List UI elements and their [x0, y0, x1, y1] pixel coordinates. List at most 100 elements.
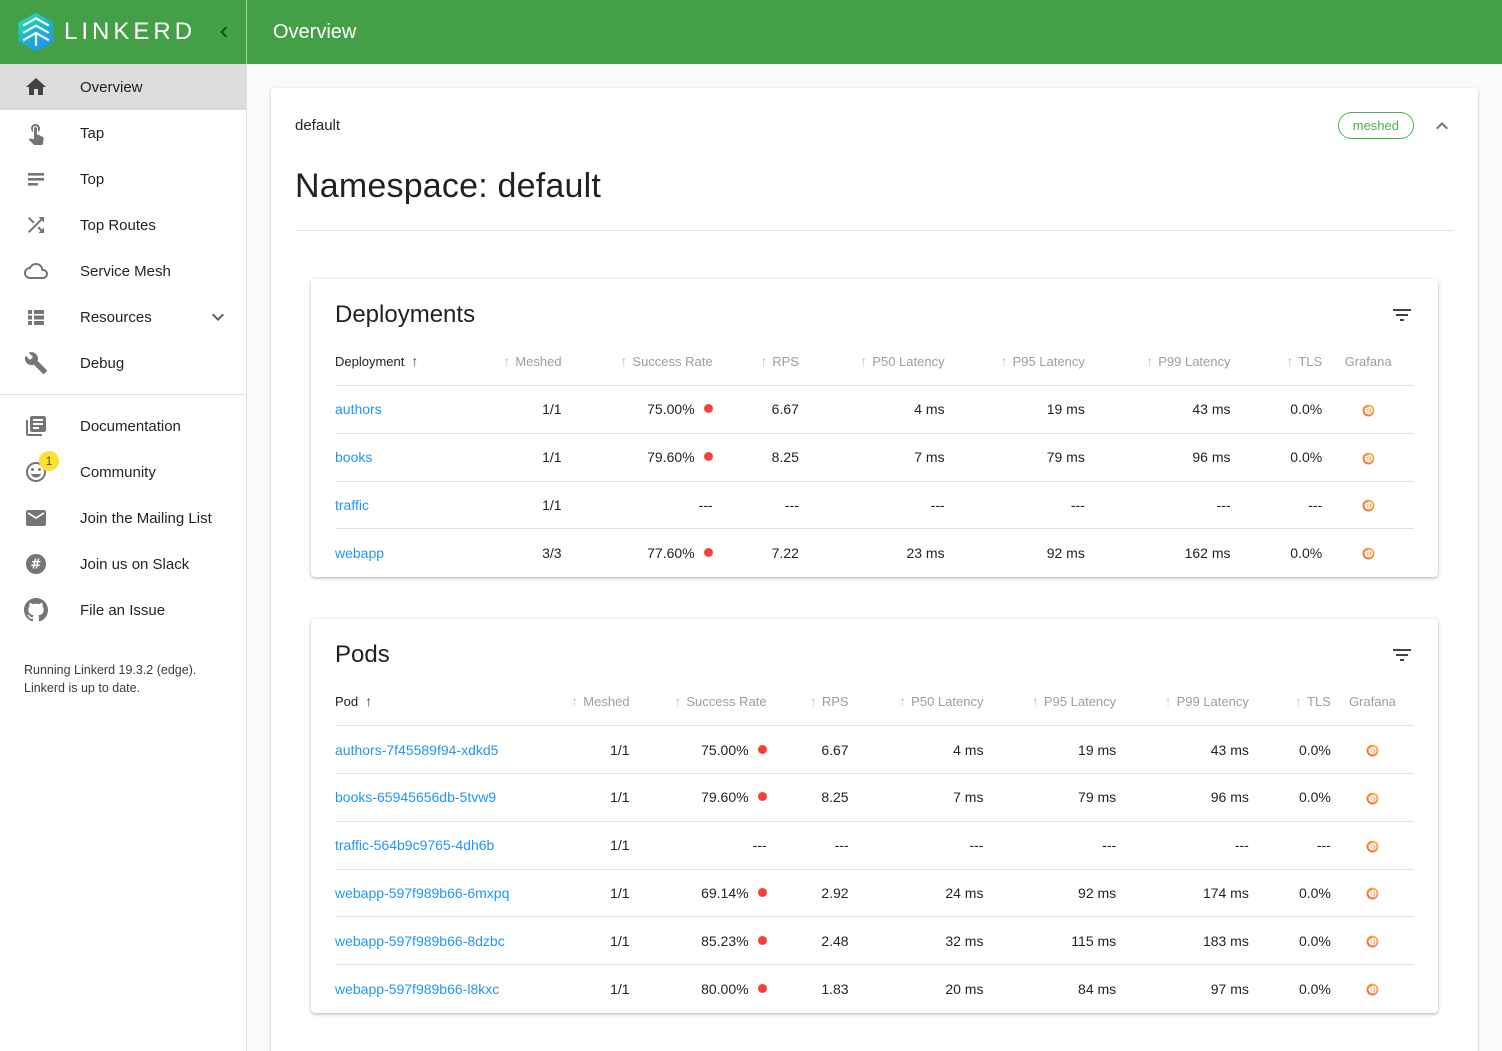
- sidebar-item-label: Tap: [80, 125, 230, 142]
- filter-button[interactable]: [1390, 303, 1414, 327]
- column-header[interactable]: ↑P99 Latency: [1116, 675, 1249, 726]
- grafana-icon[interactable]: [1365, 886, 1380, 901]
- bars-icon: [24, 167, 48, 191]
- meshed-cell: 1/1: [486, 386, 562, 434]
- grafana-icon[interactable]: [1365, 743, 1380, 758]
- tap-icon: [24, 121, 48, 145]
- column-header[interactable]: ↑P99 Latency: [1085, 335, 1231, 386]
- column-header[interactable]: ↑TLS: [1249, 675, 1331, 726]
- p95-cell: 92 ms: [983, 869, 1116, 917]
- shuffle-icon: [24, 213, 48, 237]
- column-header-grafana: Grafana: [1331, 675, 1414, 726]
- sidebar-item-documentation[interactable]: Documentation: [0, 403, 246, 449]
- column-header[interactable]: ↑P95 Latency: [945, 335, 1085, 386]
- meshed-cell: 3/3: [486, 529, 562, 576]
- rps-cell: 2.48: [767, 917, 849, 965]
- sidebar-collapse-button[interactable]: [212, 20, 236, 44]
- success-rate-cell: ---: [562, 481, 713, 529]
- deployment-link[interactable]: books: [335, 449, 372, 465]
- sidebar-item-top-routes[interactable]: Top Routes: [0, 202, 246, 248]
- chevron-down-icon[interactable]: [206, 305, 230, 329]
- version-note: Running Linkerd 19.3.2 (edge). Linkerd i…: [0, 633, 246, 697]
- column-header[interactable]: ↑RPS: [713, 335, 799, 386]
- pod-link[interactable]: webapp-597f989b66-l8kxc: [335, 981, 499, 997]
- chevron-up-icon: [1430, 114, 1454, 138]
- table-row: authors-7f45589f94-xdkd5 1/1 75.00% 6.67…: [335, 726, 1414, 774]
- deployments-card: Deployments Deployment↑ ↑Meshed ↑Success…: [311, 279, 1438, 577]
- deployment-link[interactable]: traffic: [335, 497, 369, 513]
- status-dot: [758, 745, 767, 754]
- sidebar-item-resources[interactable]: Resources: [0, 294, 246, 340]
- column-header[interactable]: ↑P50 Latency: [799, 335, 945, 386]
- table-row: books 1/1 79.60% 8.25 7 ms 79 ms 96 ms 0…: [335, 433, 1414, 481]
- grafana-icon[interactable]: [1361, 403, 1376, 418]
- column-header[interactable]: ↑Meshed: [565, 675, 630, 726]
- sidebar-item-slack[interactable]: # Join us on Slack: [0, 541, 246, 587]
- tls-cell: 0.0%: [1231, 433, 1323, 481]
- column-header[interactable]: ↑P50 Latency: [849, 675, 984, 726]
- success-rate-cell: 80.00%: [630, 965, 767, 1012]
- grafana-icon[interactable]: [1365, 791, 1380, 806]
- table-row: webapp-597f989b66-l8kxc 1/1 80.00% 1.83 …: [335, 965, 1414, 1012]
- grafana-icon[interactable]: [1365, 982, 1380, 997]
- column-header[interactable]: ↑P95 Latency: [983, 675, 1116, 726]
- tls-cell: 0.0%: [1249, 726, 1331, 774]
- sidebar-item-file-issue[interactable]: File an Issue: [0, 587, 246, 633]
- grafana-icon[interactable]: [1361, 498, 1376, 513]
- pod-link[interactable]: books-65945656db-5tvw9: [335, 789, 496, 805]
- deployment-link[interactable]: webapp: [335, 545, 384, 561]
- grafana-icon[interactable]: [1365, 839, 1380, 854]
- sort-arrow-icon: ↑: [1032, 693, 1039, 709]
- column-header[interactable]: ↑Success Rate: [630, 675, 767, 726]
- sidebar-item-overview[interactable]: Overview: [0, 64, 246, 110]
- pod-link[interactable]: webapp-597f989b66-8dzbc: [335, 933, 505, 949]
- grafana-icon[interactable]: [1361, 546, 1376, 561]
- p99-cell: ---: [1116, 821, 1249, 869]
- pod-link[interactable]: traffic-564b9c9765-4dh6b: [335, 837, 494, 853]
- tls-cell: 0.0%: [1249, 965, 1331, 1012]
- status-dot: [704, 452, 713, 461]
- pod-link[interactable]: webapp-597f989b66-6mxpq: [335, 885, 509, 901]
- rps-cell: ---: [713, 481, 799, 529]
- linkerd-logo-icon: [14, 10, 58, 54]
- column-header[interactable]: ↑TLS: [1231, 335, 1323, 386]
- deployment-link[interactable]: authors: [335, 401, 382, 417]
- column-header[interactable]: ↑RPS: [767, 675, 849, 726]
- column-header-sorted[interactable]: Pod↑: [335, 675, 565, 726]
- sidebar-item-service-mesh[interactable]: Service Mesh: [0, 248, 246, 294]
- filter-button[interactable]: [1390, 643, 1414, 667]
- sidebar: Overview Tap Top Top Routes Service Mesh…: [0, 64, 247, 1051]
- column-header[interactable]: ↑Success Rate: [562, 335, 713, 386]
- tls-cell: 0.0%: [1249, 869, 1331, 917]
- sort-arrow-icon: ↑: [674, 693, 681, 709]
- library-books-icon: [24, 414, 48, 438]
- home-icon: [24, 75, 48, 99]
- column-header[interactable]: ↑Meshed: [486, 335, 562, 386]
- sidebar-item-debug[interactable]: Debug: [0, 340, 246, 386]
- rps-cell: 8.25: [713, 433, 799, 481]
- p95-cell: ---: [983, 821, 1116, 869]
- tls-cell: ---: [1249, 821, 1331, 869]
- p95-cell: 92 ms: [945, 529, 1085, 576]
- p50-cell: 32 ms: [849, 917, 984, 965]
- grafana-icon[interactable]: [1365, 934, 1380, 949]
- rps-cell: ---: [767, 821, 849, 869]
- sidebar-item-label: Documentation: [80, 418, 230, 435]
- divider: [295, 230, 1454, 231]
- sidebar-item-mailing-list[interactable]: Join the Mailing List: [0, 495, 246, 541]
- cloud-icon: [24, 259, 48, 283]
- grafana-icon[interactable]: [1361, 451, 1376, 466]
- status-dot: [758, 936, 767, 945]
- sidebar-item-top[interactable]: Top: [0, 156, 246, 202]
- sidebar-item-community[interactable]: 1 Community: [0, 449, 246, 495]
- p50-cell: 7 ms: [849, 773, 984, 821]
- meshed-cell: 1/1: [565, 917, 630, 965]
- meshed-badge: meshed: [1338, 112, 1414, 139]
- collapse-card-button[interactable]: [1430, 114, 1454, 138]
- pod-link[interactable]: authors-7f45589f94-xdkd5: [335, 742, 498, 758]
- sidebar-item-tap[interactable]: Tap: [0, 110, 246, 156]
- success-rate-cell: 69.14%: [630, 869, 767, 917]
- sidebar-item-label: Debug: [80, 355, 230, 372]
- grafana-cell: [1331, 773, 1414, 821]
- column-header-sorted[interactable]: Deployment↑: [335, 335, 486, 386]
